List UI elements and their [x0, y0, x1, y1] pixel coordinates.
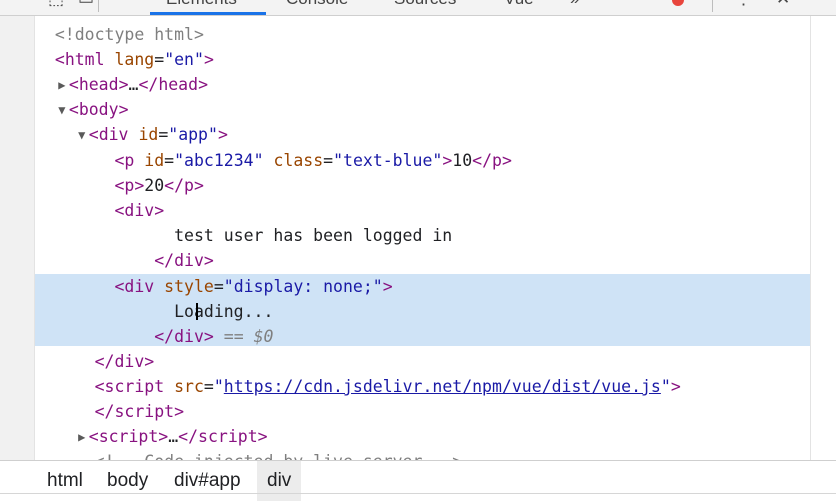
elements-dom-tree: <!doctype html> <html lang="en"> ▶ <head>… — [35, 16, 810, 460]
device-toolbar-icon[interactable]: ▭ — [78, 0, 94, 9]
expand-triangle-icon[interactable]: ▶ — [75, 425, 89, 450]
script-src-line[interactable]: <script src="https://cdn.jsdelivr.net/np… — [35, 374, 810, 399]
script-collapsed-line[interactable]: ▶ <script>…</script> — [35, 424, 810, 449]
script-ellipsis: … — [168, 427, 179, 446]
div-app-open-line[interactable]: ▼ <div id="app"> — [35, 122, 810, 147]
script-close-line[interactable]: </script> — [35, 399, 810, 424]
div-tag-name: div — [98, 125, 129, 144]
breadcrumb: html body div#app div — [35, 460, 810, 501]
script-tag-name: script — [98, 427, 159, 446]
p2-text: 20 — [144, 176, 165, 195]
p-close-tag-name: p — [492, 151, 502, 170]
tab-vue[interactable]: Vue — [504, 0, 534, 9]
class-attr-name: class — [273, 151, 324, 170]
div-tag-name: div — [124, 277, 155, 296]
id-attr-name: id — [138, 125, 159, 144]
error-badge-icon[interactable] — [672, 0, 684, 6]
devtools-tab-bar: ⬚ ▭ Elements Console Sources Vue » ⋮ ✕ — [0, 0, 836, 16]
active-tab-indicator — [150, 12, 266, 15]
doctype-line[interactable]: <!doctype html> — [35, 22, 810, 47]
loading-text: Loading... — [174, 302, 274, 321]
comment-line-partial[interactable]: <!-- Code injected by live-server --> — [35, 449, 810, 460]
html-open-line[interactable]: <html lang="en"> — [35, 47, 810, 72]
bottom-divider — [0, 493, 836, 494]
p1-text: 10 — [452, 151, 473, 170]
html-tag-name: html — [64, 50, 105, 69]
body-tag-name: body — [78, 100, 119, 119]
breadcrumb-html[interactable]: html — [37, 461, 93, 501]
head-tag-name: head — [78, 75, 119, 94]
id-attr-name: id — [144, 151, 165, 170]
text-cursor — [196, 303, 198, 320]
breadcrumb-right-gutter — [810, 460, 836, 501]
collapse-triangle-icon[interactable]: ▼ — [75, 123, 89, 148]
div-close-line[interactable]: </div> — [35, 248, 810, 273]
p1-line[interactable]: <p id="abc1234" class="text-blue">10</p> — [35, 148, 810, 173]
lang-attr-name: lang — [114, 50, 155, 69]
tree-gutter — [0, 16, 35, 461]
close-icon[interactable]: ✕ — [776, 0, 790, 9]
inspect-icon[interactable]: ⬚ — [48, 0, 64, 9]
toolbar-separator — [712, 0, 713, 12]
div-close-tag-name: div — [114, 352, 145, 371]
script-close-tag-name: script — [198, 427, 258, 446]
src-attr-name: src — [174, 377, 204, 396]
p-tag-name: p — [124, 176, 135, 195]
script-tag-name: script — [104, 377, 165, 396]
lang-attr-value: en — [174, 50, 194, 69]
selected-div-close-line[interactable]: </div> == $0 — [35, 324, 810, 346]
div-close-tag-name: div — [174, 251, 204, 270]
div-tag-name: div — [124, 201, 155, 220]
style-attr-value: display: none; — [233, 277, 373, 296]
div-text: test user has been logged in — [174, 226, 453, 245]
breadcrumb-left-gutter — [0, 460, 35, 501]
p-close-tag-name: p — [184, 176, 194, 195]
tab-elements[interactable]: Elements — [166, 0, 237, 9]
div-close-tag-name: div — [174, 327, 204, 346]
doctype-text: <!doctype html> — [54, 25, 204, 44]
script-close-tag-name: script — [114, 402, 175, 421]
tree-scrollbar[interactable] — [810, 16, 836, 461]
tab-console[interactable]: Console — [286, 0, 348, 9]
tab-separator — [98, 0, 99, 12]
p2-line[interactable]: <p>20</p> — [35, 173, 810, 198]
script-src-link[interactable]: https://cdn.jsdelivr.net/npm/vue/dist/vu… — [224, 377, 661, 396]
div-open-line[interactable]: <div> — [35, 198, 810, 223]
breadcrumb-div[interactable]: div — [257, 461, 302, 501]
body-open-line[interactable]: ▼ <body> — [35, 97, 810, 122]
expand-triangle-icon[interactable]: ▶ — [55, 73, 69, 98]
head-ellipsis: … — [128, 75, 139, 94]
selected-div-text-line[interactable]: Loading... — [35, 299, 810, 324]
comment-text: <!-- Code injected by live-server --> — [95, 452, 463, 460]
more-icon[interactable]: ⋮ — [735, 0, 752, 9]
class-attr-value: text-blue — [343, 151, 433, 170]
div-text-line[interactable]: test user has been logged in — [35, 223, 810, 248]
more-tabs-icon[interactable]: » — [570, 0, 579, 9]
breadcrumb-body[interactable]: body — [97, 461, 158, 501]
collapse-triangle-icon[interactable]: ▼ — [55, 98, 69, 123]
tab-sources[interactable]: Sources — [394, 0, 456, 9]
id-attr-value: abc1234 — [184, 151, 254, 170]
style-attr-name: style — [164, 277, 214, 296]
div-app-close-line[interactable]: </div> — [35, 349, 810, 374]
id-attr-value: app — [178, 125, 208, 144]
head-collapsed-line[interactable]: ▶ <head>…</head> — [35, 72, 810, 97]
head-close-tag-name: head — [158, 75, 199, 94]
p-tag-name: p — [124, 151, 135, 170]
console-ref-label: == $0 — [223, 327, 274, 346]
selected-div-open-line[interactable]: ••• <div style="display: none;"> — [35, 274, 810, 299]
breadcrumb-div-app[interactable]: div#app — [164, 461, 251, 501]
